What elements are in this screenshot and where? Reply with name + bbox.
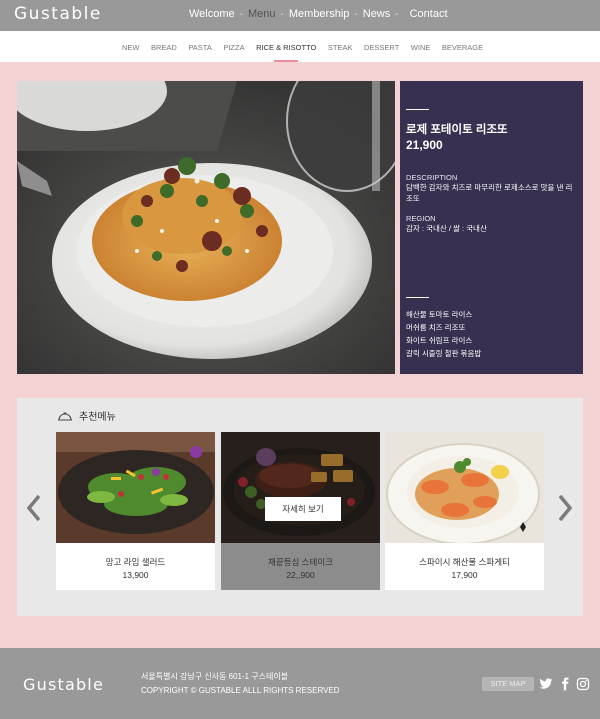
featured-dish-photo [17, 81, 395, 374]
divider [406, 297, 429, 298]
menu-card[interactable]: 망고 라임 샐러드 13,900 [56, 432, 215, 590]
facebook-icon[interactable] [558, 677, 572, 691]
category-wine[interactable]: WINE [411, 43, 431, 52]
related-menu-list: 해산물 토마토 라이스 머쉬룸 치즈 리조또 화이트 쉬림프 라이스 갈릭 시즐… [406, 308, 481, 360]
related-menu-item[interactable]: 갈릭 시즐링 철판 볶음밥 [406, 347, 481, 360]
nav-news[interactable]: News [363, 8, 391, 20]
recommended-title-text: 추천메뉴 [79, 412, 116, 423]
steak-photo: 자세히 보기 [221, 432, 380, 543]
site-footer: Gustable 서울특별시 강남구 신사동 601-1 구스테이블 COPYR… [0, 648, 600, 719]
sitemap-button[interactable]: SITE MAP [482, 677, 534, 691]
menu-card-price: 13,900 [122, 570, 149, 580]
region-text: 감자 : 국내산 / 쌀 : 국내산 [406, 224, 487, 233]
cloche-icon [58, 411, 72, 421]
dish-info-panel: 로제 포테이토 리조또 21,900 DESCRIPTION 담백한 감자와 치… [400, 81, 583, 374]
related-menu-item[interactable]: 화이트 쉬림프 라이스 [406, 334, 481, 347]
category-new[interactable]: NEW [122, 43, 140, 52]
description-label: DESCRIPTION [406, 173, 458, 182]
footer-logo[interactable]: Gustable [23, 675, 104, 694]
nav-membership[interactable]: Membership [289, 8, 350, 20]
menu-card-name: 망고 라임 샐러드 [105, 557, 166, 567]
view-details-button[interactable]: 자세히 보기 [265, 497, 341, 521]
related-menu-item[interactable]: 머쉬룸 치즈 리조또 [406, 321, 481, 334]
footer-address: 서울특별시 강남구 신사동 601-1 구스테이블 [141, 672, 289, 681]
spaghetti-photo [385, 432, 544, 543]
related-menu-item[interactable]: 해산물 토마토 라이스 [406, 308, 481, 321]
recommended-title: 추천메뉴 [57, 408, 116, 423]
recommended-section: 추천메뉴 망고 라임 샐러드 13,900 자세히 보기 채끝등심 스테이크 2… [17, 398, 583, 616]
dish-name: 로제 포테이토 리조또 [406, 124, 508, 136]
nav-separator: - [395, 8, 399, 20]
description-text: 담백한 감자와 치즈로 마무리한 로제소스로 맛을 낸 리조또 [406, 183, 573, 203]
nav-separator: - [354, 8, 358, 20]
site-logo[interactable]: Gustable [14, 4, 102, 24]
menu-card[interactable]: 자세히 보기 채끝등심 스테이크 22,,900 [221, 432, 380, 590]
menu-card[interactable]: 스파이시 해산물 스파게티 17,900 [385, 432, 544, 590]
top-bar: Gustable Welcome - Menu - Membership - N… [0, 0, 600, 31]
chevron-left-icon[interactable] [25, 493, 43, 523]
nav-contact[interactable]: Contact [410, 8, 448, 20]
category-bread[interactable]: BREAD [151, 43, 177, 52]
category-pizza[interactable]: PIZZA [223, 43, 244, 52]
region-label: REGION [406, 214, 436, 223]
hover-overlay [221, 432, 380, 543]
nav-separator: - [239, 8, 243, 20]
nav-menu[interactable]: Menu [248, 8, 276, 20]
divider [406, 109, 429, 110]
category-pasta[interactable]: PASTA [188, 43, 211, 52]
category-dessert[interactable]: DESSERT [364, 43, 399, 52]
menu-card-name: 채끝등심 스테이크 [268, 557, 333, 567]
category-beverage[interactable]: BEVERAGE [442, 43, 483, 52]
menu-card-price: 22,,900 [286, 570, 315, 580]
nav-welcome[interactable]: Welcome [189, 8, 235, 20]
main-nav: Welcome - Menu - Membership - News - Con… [189, 8, 448, 20]
dish-price: 21,900 [406, 138, 443, 152]
menu-card-price: 17,900 [451, 570, 478, 580]
menu-card-name: 스파이시 해산물 스파게티 [419, 557, 510, 567]
category-steak[interactable]: STEAK [328, 43, 353, 52]
footer-copyright: COPYRIGHT © GUSTABLE ALLL RIGHTS RESERVE… [141, 686, 340, 695]
salad-photo [56, 432, 215, 543]
instagram-icon[interactable] [576, 677, 590, 691]
nav-separator: - [280, 8, 284, 20]
category-rice-risotto[interactable]: RICE & RISOTTO [256, 43, 316, 62]
twitter-icon[interactable] [539, 677, 553, 691]
chevron-right-icon[interactable] [556, 493, 574, 523]
category-nav: NEW BREAD PASTA PIZZA RICE & RISOTTO STE… [0, 31, 600, 62]
